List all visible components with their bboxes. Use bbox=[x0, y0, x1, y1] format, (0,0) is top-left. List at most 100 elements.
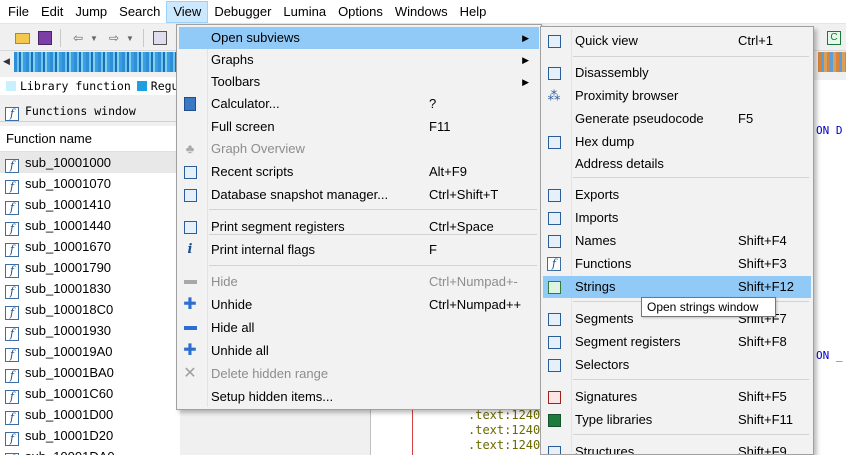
functions-list[interactable]: Function name f sub_10001000 f sub_10001070… bbox=[0, 126, 180, 455]
disassembly-line[interactable]: .text:1240 bbox=[468, 423, 540, 438]
menubar-edit[interactable]: Edit bbox=[35, 1, 69, 23]
function-row[interactable]: f sub_10001410 bbox=[0, 194, 180, 215]
menubar-view[interactable]: View bbox=[166, 0, 209, 23]
function-row[interactable]: f sub_10001000 bbox=[0, 152, 180, 173]
navigation-strip[interactable] bbox=[14, 52, 180, 72]
function-row[interactable]: f sub_100019A0 bbox=[0, 341, 180, 362]
forward-dropdown-icon[interactable]: ▼ bbox=[120, 28, 140, 48]
menu-item-unhide[interactable]: ✚ Unhide Ctrl+Numpad++ bbox=[179, 294, 539, 316]
menu-item-hide: Hide Ctrl+Numpad+- bbox=[179, 271, 539, 293]
menu-item-shortcut: Ctrl+Shift+T bbox=[429, 187, 499, 202]
menu-item-signatures[interactable]: Signatures Shift+F5 bbox=[543, 386, 811, 408]
menubar-lumina[interactable]: Lumina bbox=[277, 1, 332, 23]
menu-item-label: Toolbars bbox=[211, 74, 261, 89]
menu-item-label: Signatures bbox=[575, 389, 638, 404]
menu-item-shortcut: Shift+F5 bbox=[738, 389, 787, 404]
menu-item-open-subviews[interactable]: Open subviews ▶ bbox=[179, 27, 539, 49]
menu-item-type-libraries[interactable]: Type libraries Shift+F11 bbox=[543, 409, 811, 431]
menu-item-label: Imports bbox=[575, 210, 619, 225]
menu-separator bbox=[209, 265, 537, 266]
menubar-windows[interactable]: Windows bbox=[389, 1, 454, 23]
segments-icon bbox=[546, 311, 562, 327]
function-name: sub_10001410 bbox=[25, 197, 112, 212]
menu-icon-blank bbox=[182, 119, 198, 135]
menu-item-proximity-browser[interactable]: ⁂ Proximity browser bbox=[543, 85, 811, 107]
menu-item-generate-pseudocode[interactable]: Generate pseudocode F5 bbox=[543, 108, 811, 130]
graph-overview-icon: ♣ bbox=[185, 141, 195, 156]
menu-item-hide-all[interactable]: Hide all bbox=[179, 317, 539, 339]
navigation-strip-right[interactable] bbox=[818, 52, 846, 72]
menubar-help[interactable]: Help bbox=[454, 1, 493, 23]
menubar-search[interactable]: Search bbox=[113, 1, 166, 23]
save-icon[interactable] bbox=[35, 28, 55, 48]
menubar-debugger[interactable]: Debugger bbox=[208, 1, 277, 23]
menu-item-functions[interactable]: f Functions Shift+F3 bbox=[543, 253, 811, 275]
function-row[interactable]: f sub_10001930 bbox=[0, 320, 180, 341]
menu-separator bbox=[209, 209, 537, 210]
menu-item-calculator[interactable]: Calculator...? bbox=[179, 93, 539, 115]
open-folder-icon[interactable] bbox=[12, 28, 32, 48]
function-row[interactable]: f sub_10001670 bbox=[0, 236, 180, 257]
menu-item-label: Generate pseudocode bbox=[575, 111, 704, 126]
submenu-arrow-icon: ▶ bbox=[522, 77, 529, 87]
menu-item-recent-scripts[interactable]: Recent scripts Alt+F9 bbox=[179, 161, 539, 183]
menu-item-shortcut: Shift+F4 bbox=[738, 233, 787, 248]
menu-item-label: Names bbox=[575, 233, 617, 248]
toolbar-run-icon[interactable]: C bbox=[824, 28, 844, 48]
function-row[interactable]: f sub_100018C0 bbox=[0, 299, 180, 320]
functions-window-tab[interactable]: f Functions window bbox=[0, 100, 180, 122]
menubar-options[interactable]: Options bbox=[332, 1, 389, 23]
menu-item-database-snapshot-manager[interactable]: Database snapshot manager... Ctrl+Shift+T bbox=[179, 184, 539, 206]
menu-item-print-internal-flags[interactable]: i Print internal flags F bbox=[179, 239, 539, 261]
menu-item-strings[interactable]: Strings Shift+F12 bbox=[543, 276, 811, 298]
function-icon: f bbox=[5, 327, 19, 341]
menu-item-full-screen[interactable]: Full screen F11 bbox=[179, 116, 539, 138]
calculator-icon bbox=[182, 96, 198, 112]
legend-library-label: Library function bbox=[20, 79, 131, 93]
menu-icon-blank bbox=[182, 389, 198, 405]
function-row[interactable]: f sub_10001070 bbox=[0, 173, 180, 194]
menu-item-exports[interactable]: Exports bbox=[543, 184, 811, 206]
function-row[interactable]: f sub_10001830 bbox=[0, 278, 180, 299]
menu-item-shortcut: Shift+F3 bbox=[738, 256, 787, 271]
menu-item-imports[interactable]: Imports bbox=[543, 207, 811, 229]
function-row[interactable]: f sub_10001C60 bbox=[0, 383, 180, 404]
column-header-function-name[interactable]: Function name bbox=[0, 126, 180, 152]
menubar-jump[interactable]: Jump bbox=[69, 1, 113, 23]
menu-item-address-details[interactable]: Address details bbox=[543, 153, 811, 175]
toolbar-tool-icon[interactable] bbox=[150, 28, 170, 48]
menu-item-setup-hidden-items[interactable]: Setup hidden items... bbox=[179, 386, 539, 408]
toolbar-separator bbox=[143, 29, 144, 47]
regular-function-swatch bbox=[136, 81, 147, 91]
menu-item-names[interactable]: Names Shift+F4 bbox=[543, 230, 811, 252]
menu-item-label: Calculator... bbox=[211, 96, 280, 111]
right-pane-text: ON _ bbox=[816, 349, 843, 362]
function-row[interactable]: f sub_10001440 bbox=[0, 215, 180, 236]
function-row[interactable]: f sub_10001D00 bbox=[0, 404, 180, 425]
strings-icon bbox=[546, 279, 562, 295]
menu-item-delete-hidden-range: ✕ Delete hidden range bbox=[179, 363, 539, 385]
menu-item-unhide-all[interactable]: ✚ Unhide all bbox=[179, 340, 539, 362]
menu-item-hex-dump[interactable]: Hex dump bbox=[543, 131, 811, 153]
menu-item-segment-registers[interactable]: Segment registers Shift+F8 bbox=[543, 331, 811, 353]
function-row[interactable]: f sub_10001BA0 bbox=[0, 362, 180, 383]
menu-item-quick-view[interactable]: Quick view Ctrl+1 bbox=[543, 30, 811, 52]
function-row[interactable]: f sub_10001D20 bbox=[0, 425, 180, 446]
menu-item-label: Disassembly bbox=[575, 65, 649, 80]
menu-item-disassembly[interactable]: Disassembly bbox=[543, 62, 811, 84]
menu-item-structures[interactable]: Structures Shift+F9 bbox=[543, 441, 811, 455]
menu-item-graphs[interactable]: Graphs ▶ bbox=[179, 49, 539, 71]
nav-left-arrow-icon[interactable]: ◀ bbox=[3, 56, 10, 67]
back-dropdown-icon[interactable]: ▼ bbox=[84, 28, 104, 48]
menubar-file[interactable]: File bbox=[2, 1, 35, 23]
disassembly-line[interactable]: .text:1240 bbox=[468, 438, 540, 453]
function-row[interactable]: f sub_10001790 bbox=[0, 257, 180, 278]
function-name: sub_10001D20 bbox=[25, 428, 114, 443]
menu-item-selectors[interactable]: Selectors bbox=[543, 354, 811, 376]
menu-item-shortcut: Shift+F9 bbox=[738, 444, 787, 455]
menu-item-toolbars[interactable]: Toolbars ▶ bbox=[179, 71, 539, 93]
menu-item-graph-overview: ♣ Graph Overview bbox=[179, 138, 539, 160]
menu-item-label: Hide bbox=[211, 274, 238, 289]
function-row[interactable]: fsub_10001DA0 bbox=[0, 446, 180, 455]
disassembly-line[interactable]: .text:1240 bbox=[468, 408, 540, 423]
